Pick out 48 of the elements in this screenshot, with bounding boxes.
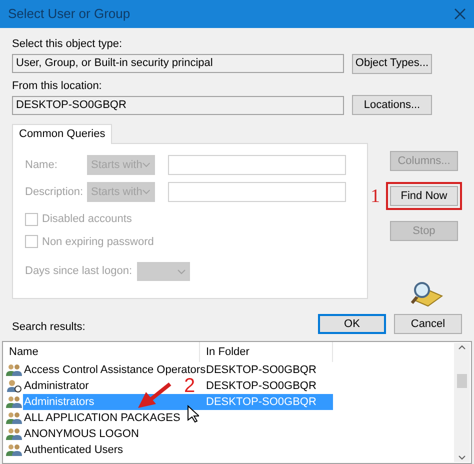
scroll-up-icon[interactable] [458,345,466,350]
checkbox[interactable] [25,235,38,248]
text-field[interactable]: User, Group, or Built-in security principal [12,54,344,73]
dialog-button[interactable]: Locations... [352,95,432,115]
users-icon [6,443,22,457]
column-header[interactable]: In Folder [200,342,333,362]
chevron-down-icon [142,162,151,168]
dialog-button[interactable]: Find Now [390,186,458,206]
results-label: Search results: [12,320,86,334]
name-cell[interactable]: ALL APPLICATION PACKAGES [23,410,182,426]
scroll-thumb[interactable] [457,374,467,388]
days-label: Days since last logon: [25,264,133,280]
query-label: Description: [25,184,84,200]
name-cell[interactable]: Administrator [23,378,90,394]
checkbox-label: Disabled accounts [42,212,132,227]
dialog-button[interactable]: OK [318,314,386,334]
scrollbar[interactable] [454,343,470,462]
days-dropdown[interactable] [137,262,190,281]
field-label: Select this object type: [12,37,124,52]
scroll-down-icon[interactable] [458,455,466,460]
query-field[interactable] [168,182,346,202]
cursor-icon [187,405,199,423]
user-icon [6,379,22,393]
dialog-button[interactable]: Cancel [394,314,462,334]
folder-cell[interactable]: DESKTOP-SO0GBQR [200,378,333,394]
name-cell[interactable]: ANONYMOUS LOGON [23,426,140,442]
dialog-button[interactable]: Object Types... [352,54,432,74]
arrow-drawing [136,382,172,410]
checkbox[interactable] [25,212,38,226]
checkbox-label: Non expiring password [42,234,154,250]
field-label: From this location: [12,78,103,94]
query-label: Name: [25,158,58,173]
text-field[interactable]: DESKTOP-SO0GBQR [12,96,344,114]
column-header[interactable]: Name [3,342,200,362]
step-number: 1 [370,186,380,206]
name-cell[interactable]: Authenticated Users [23,442,124,458]
step-number: 2 [184,376,196,396]
window-title: Select User or Group [8,5,130,24]
tab[interactable]: Common Queries [12,124,112,144]
name-cell[interactable]: Access Control Assistance Operators [23,362,207,378]
users-icon [6,363,22,377]
users-icon [6,395,22,409]
chevron-down-icon [177,268,186,274]
close-icon[interactable] [454,8,466,20]
query-field[interactable] [168,155,346,175]
chevron-down-icon [142,189,151,195]
users-icon [6,427,22,441]
users-icon [6,411,22,425]
